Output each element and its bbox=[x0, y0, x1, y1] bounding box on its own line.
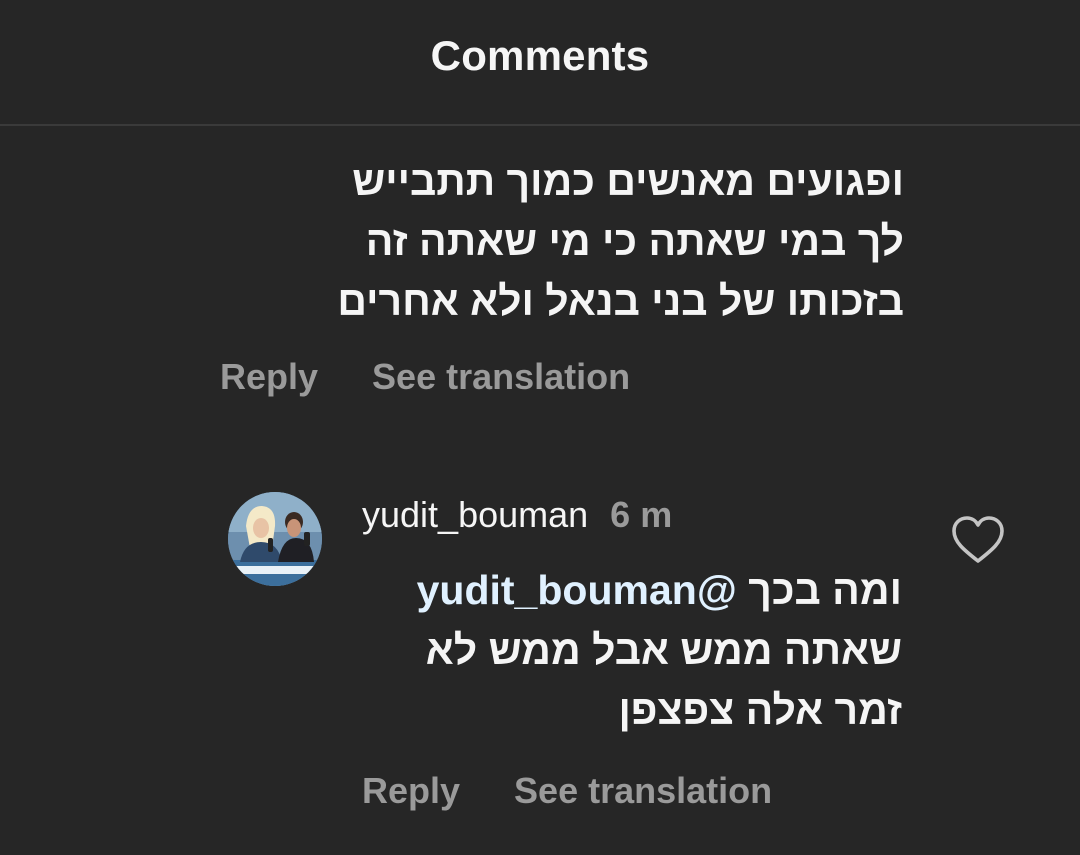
comments-screen: Comments ופגועים מאנשים כמוך תתבייש לך ב… bbox=[0, 0, 1080, 855]
reply-button[interactable]: Reply bbox=[220, 356, 318, 397]
comment-actions: Reply See translation bbox=[220, 356, 630, 398]
reply-button[interactable]: Reply bbox=[362, 770, 460, 811]
avatar-image bbox=[228, 492, 322, 586]
comment-line: ומה בכך @yudit_bouman bbox=[417, 560, 902, 620]
comment-meta: yudit_bouman 6 m bbox=[362, 494, 672, 536]
comments-header: Comments bbox=[0, 0, 1080, 126]
comment-line: לך במי שאתה כי מי שאתה זה bbox=[365, 218, 904, 264]
see-translation-button[interactable]: See translation bbox=[514, 770, 772, 811]
see-translation-button[interactable]: See translation bbox=[372, 356, 630, 397]
heart-outline-icon[interactable] bbox=[950, 514, 1006, 566]
comment-text: ומה בכך @yudit_bouman שאתה ממש אבל ממש ל… bbox=[417, 560, 902, 740]
comment-line: ופגועים מאנשים כמוך תתבייש bbox=[352, 158, 904, 204]
comment-line: זמר אלה צפצפן bbox=[618, 687, 902, 733]
comment-line-text: ומה בכך bbox=[748, 567, 902, 613]
comment-line: בזכותו של בני בנאל ולא אחרים bbox=[337, 278, 904, 324]
comment-text: ופגועים מאנשים כמוך תתבייש לך במי שאתה כ… bbox=[337, 151, 904, 331]
comment-actions: Reply See translation bbox=[362, 770, 772, 812]
comment-line: שאתה ממש אבל ממש לא bbox=[425, 627, 902, 673]
mention-link[interactable]: @yudit_bouman bbox=[417, 567, 737, 613]
comment-timestamp: 6 m bbox=[610, 494, 673, 535]
username-link[interactable]: yudit_bouman bbox=[362, 494, 588, 535]
avatar[interactable] bbox=[228, 492, 322, 586]
page-title: Comments bbox=[430, 32, 650, 79]
